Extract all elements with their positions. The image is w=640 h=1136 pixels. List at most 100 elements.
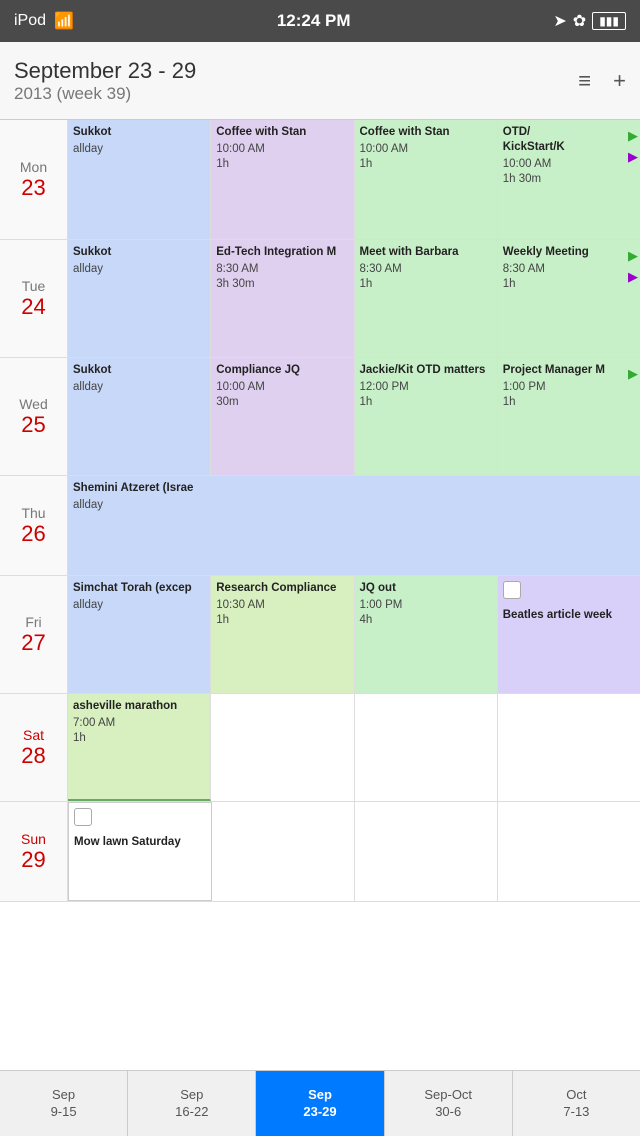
event-simchat[interactable]: Simchat Torah (excep allday xyxy=(68,576,211,693)
event-duration: 1h xyxy=(503,395,635,410)
event-time: 8:30 AM xyxy=(360,262,492,277)
arrow-icon: ▶ xyxy=(628,248,638,265)
event-otd-kickstart[interactable]: OTD/KickStart/K 10:00 AM 1h 30m ▶ ▶ xyxy=(498,120,640,239)
event-title: Beatles article week xyxy=(503,608,635,623)
event-duration: 3h 30m xyxy=(216,277,348,292)
beatles-checkbox[interactable] xyxy=(503,581,521,599)
event-time: 10:00 AM xyxy=(360,142,492,157)
event-duration: 1h xyxy=(216,613,348,628)
header-actions: ≡ + xyxy=(578,68,626,94)
row-friday: Fri 27 Simchat Torah (excep allday Resea… xyxy=(0,576,640,694)
nav-sep-9-15[interactable]: Sep9-15 xyxy=(0,1071,128,1136)
day-name-wed: Wed xyxy=(19,396,48,412)
event-duration: 1h 30m xyxy=(503,172,635,187)
day-label-sat: Sat 28 xyxy=(0,694,68,801)
event-empty-sat4 xyxy=(498,694,640,801)
day-name-tue: Tue xyxy=(22,278,46,294)
day-label-tue: Tue 24 xyxy=(0,240,68,357)
event-mow-lawn[interactable]: Mow lawn Saturday xyxy=(68,802,212,901)
nav-oct-7-13[interactable]: Oct7-13 xyxy=(513,1071,640,1136)
day-num-fri: 27 xyxy=(21,630,45,656)
add-event-button[interactable]: + xyxy=(613,68,626,94)
event-time: allday xyxy=(73,380,205,395)
event-asheville[interactable]: asheville marathon 7:00 AM 1h xyxy=(68,694,211,801)
event-empty-sun3 xyxy=(355,802,498,901)
mow-lawn-checkbox[interactable] xyxy=(74,808,92,826)
menu-button[interactable]: ≡ xyxy=(578,68,591,94)
event-jackie-kit[interactable]: Jackie/Kit OTD matters 12:00 PM 1h xyxy=(355,358,498,475)
day-num-thu: 26 xyxy=(21,521,45,547)
event-time: allday xyxy=(73,498,635,513)
event-edtech[interactable]: Ed-Tech Integration M 8:30 AM 3h 30m xyxy=(211,240,354,357)
row-wednesday: Wed 25 Sukkot allday Compliance JQ 10:00… xyxy=(0,358,640,476)
event-title: Ed-Tech Integration M xyxy=(216,245,348,260)
event-title: Simchat Torah (excep xyxy=(73,581,205,596)
event-sukkot-wed[interactable]: Sukkot allday xyxy=(68,358,211,475)
day-name-thu: Thu xyxy=(21,505,45,521)
event-duration: 4h xyxy=(360,613,492,628)
day-label-wed: Wed 25 xyxy=(0,358,68,475)
event-coffee-stan-2[interactable]: Coffee with Stan 10:00 AM 1h xyxy=(355,120,498,239)
event-title: Sukkot xyxy=(73,245,205,260)
day-name-fri: Fri xyxy=(25,614,41,630)
status-bar: iPod 📶 12:24 PM ➤ ✿ ▮▮▮ xyxy=(0,0,640,42)
events-row-thu: Shemini Atzeret (Israe allday xyxy=(68,476,640,575)
event-duration: 1h xyxy=(503,277,635,292)
event-duration: 1h xyxy=(360,157,492,172)
day-name-sat: Sat xyxy=(23,727,44,743)
event-title: Mow lawn Saturday xyxy=(74,835,206,850)
event-time: 8:30 AM xyxy=(216,262,348,277)
header-title-block: September 23 - 29 2013 (week 39) xyxy=(14,58,196,104)
row-monday: Mon 23 Sukkot allday Coffee with Stan 10… xyxy=(0,120,640,240)
event-time: 1:00 PM xyxy=(503,380,635,395)
event-time: 7:00 AM xyxy=(73,716,205,731)
event-title: JQ out xyxy=(360,581,492,596)
nav-sep-23-29[interactable]: Sep23-29 xyxy=(256,1071,384,1136)
event-duration: 1h xyxy=(360,277,492,292)
device-label: iPod xyxy=(14,12,46,30)
events-row-wed: Sukkot allday Compliance JQ 10:00 AM 30m… xyxy=(68,358,640,475)
day-num-tue: 24 xyxy=(21,294,45,320)
row-sunday: Sun 29 Mow lawn Saturday xyxy=(0,802,640,902)
day-label-fri: Fri 27 xyxy=(0,576,68,693)
day-label-thu: Thu 26 xyxy=(0,476,68,575)
day-label-sun: Sun 29 xyxy=(0,802,68,901)
event-title: Meet with Barbara xyxy=(360,245,492,260)
event-sukkot-mon[interactable]: Sukkot allday xyxy=(68,120,211,239)
event-research-compliance[interactable]: Research Compliance 10:30 AM 1h xyxy=(211,576,354,693)
event-time: allday xyxy=(73,262,205,277)
bottom-nav: Sep9-15 Sep16-22 Sep23-29 Sep-Oct30-6 Oc… xyxy=(0,1070,640,1136)
event-beatles[interactable]: Beatles article week xyxy=(498,576,640,693)
event-meet-barbara[interactable]: Meet with Barbara 8:30 AM 1h xyxy=(355,240,498,357)
bluetooth-icon: ✿ xyxy=(573,11,586,31)
event-title: asheville marathon xyxy=(73,699,205,714)
event-title: Coffee with Stan xyxy=(360,125,492,140)
event-empty-sat3 xyxy=(355,694,498,801)
event-title: Compliance JQ xyxy=(216,363,348,378)
arrow-icon: ▶ xyxy=(628,366,638,381)
event-project-manager[interactable]: Project Manager M 1:00 PM 1h ▶ xyxy=(498,358,640,475)
event-title: Project Manager M xyxy=(503,363,635,378)
row-tuesday: Tue 24 Sukkot allday Ed-Tech Integration… xyxy=(0,240,640,358)
header: September 23 - 29 2013 (week 39) ≡ + xyxy=(0,42,640,120)
event-compliance-jq[interactable]: Compliance JQ 10:00 AM 30m xyxy=(211,358,354,475)
event-coffee-stan-1[interactable]: Coffee with Stan 10:00 AM 1h xyxy=(211,120,354,239)
battery-icon: ▮▮▮ xyxy=(592,12,626,30)
nav-sep-16-22[interactable]: Sep16-22 xyxy=(128,1071,256,1136)
event-time: 10:00 AM xyxy=(216,142,348,157)
nav-sep-oct-30-6[interactable]: Sep-Oct30-6 xyxy=(385,1071,513,1136)
event-title: Shemini Atzeret (Israe xyxy=(73,481,635,496)
event-time: 10:00 AM xyxy=(216,380,348,395)
event-duration: 30m xyxy=(216,395,348,410)
event-shemini[interactable]: Shemini Atzeret (Israe allday xyxy=(68,476,640,575)
day-num-mon: 23 xyxy=(21,175,45,201)
event-sukkot-tue[interactable]: Sukkot allday xyxy=(68,240,211,357)
events-row-tue: Sukkot allday Ed-Tech Integration M 8:30… xyxy=(68,240,640,357)
event-weekly-meeting[interactable]: Weekly Meeting 8:30 AM 1h ▶ ▶ xyxy=(498,240,640,357)
event-jq-out[interactable]: JQ out 1:00 PM 4h xyxy=(355,576,498,693)
event-time: 10:30 AM xyxy=(216,598,348,613)
arrow-icon: ▶ xyxy=(628,149,638,166)
day-name-mon: Mon xyxy=(20,159,47,175)
day-label-mon: Mon 23 xyxy=(0,120,68,239)
day-num-sun: 29 xyxy=(21,847,45,873)
